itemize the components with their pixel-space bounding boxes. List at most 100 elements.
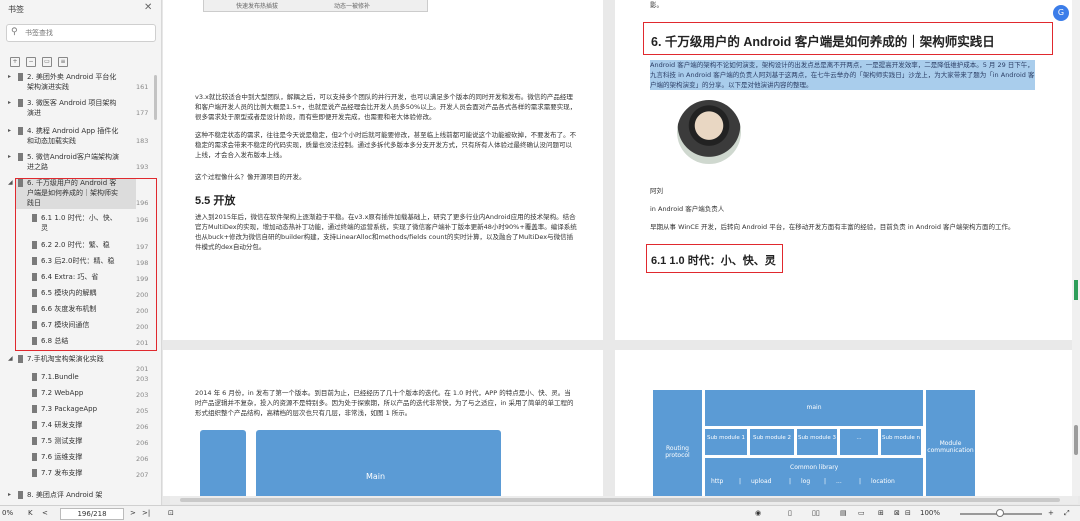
zoom-level[interactable]: 100% — [920, 509, 940, 517]
page-number-input[interactable]: 196/218 — [60, 508, 124, 520]
expand-arrow-icon[interactable]: ▸ — [8, 490, 11, 500]
library-label: | — [739, 478, 742, 485]
sub-module-block: Sub module n — [881, 429, 921, 455]
toc-page-number: 203 — [136, 375, 149, 383]
toc-chapter-item[interactable]: ▸ 2. 美团外卖 Android 平台化架构演进实践 161 — [0, 72, 160, 98]
toc-page-number: 196 — [136, 216, 149, 224]
last-page-button[interactable]: >| — [142, 509, 150, 517]
zoom-slider-handle[interactable] — [996, 509, 1004, 517]
fit-width-icon[interactable]: ⊞ — [878, 509, 884, 517]
single-page-icon[interactable]: ▯ — [788, 509, 792, 517]
fullscreen-icon[interactable]: ⤢ — [1064, 509, 1070, 518]
expand-arrow-icon[interactable]: ◢ — [8, 354, 13, 364]
expand-arrow-icon[interactable]: ▸ — [8, 126, 11, 136]
author-avatar — [677, 100, 741, 164]
toc-label: 6. 千万级用户的 Android 客户端是如何养成的｜架构师实践日 — [27, 179, 118, 207]
double-page-icon[interactable]: ▯▯ — [812, 509, 820, 517]
scrollbar-thumb[interactable] — [180, 498, 1060, 502]
expand-arrow-icon[interactable]: ▸ — [8, 98, 11, 108]
vertical-scrollbar[interactable] — [1072, 0, 1080, 496]
zoom-out-icon[interactable]: ⊟ — [905, 509, 911, 517]
bookmark-icon — [32, 389, 37, 397]
remove-bookmark-icon[interactable]: − — [26, 57, 36, 67]
section-heading: 5.5 开放 — [195, 195, 236, 207]
figure-label: 快速发布热插拔 — [236, 3, 279, 10]
fit-page-icon[interactable]: ⊠ — [894, 509, 900, 517]
paragraph: 这个过程像什么？像开源项目的开发。 — [195, 173, 306, 181]
continuous-icon[interactable]: ▤ — [840, 509, 847, 517]
toc-page-number: 206 — [136, 439, 149, 447]
bookmark-search[interactable]: ⚲ — [6, 24, 156, 42]
toc-label: 2. 美团外卖 Android 平台化架构演进实践 — [27, 73, 117, 91]
toc-chapter-item[interactable]: ▸ 4. 携程 Android App 插件化和动态加载实践 183 — [0, 126, 160, 152]
toc-label: 7.3 PackageApp — [41, 405, 98, 413]
page-right-bottom: Routing protocol main Sub module 1 Sub mo… — [615, 350, 1073, 500]
toc-label: 7.2 WebApp — [41, 389, 84, 397]
sidebar-scrollbar[interactable] — [154, 75, 157, 120]
library-label: | — [824, 478, 827, 485]
bookmark-icon — [18, 355, 23, 363]
selected-paragraph[interactable]: Android 客户端的架构不论如何演变，架构设计的出发点总是离不开两点，一是提… — [650, 60, 1035, 90]
paragraph: 2014 年 6 月份，in 发布了第一个版本。到目前为止，已经经历了几十个版本… — [195, 389, 574, 417]
toc-page-number: 200 — [136, 291, 149, 299]
library-label: http — [711, 478, 724, 485]
diagram-label: Module communication — [927, 440, 974, 454]
paragraph: 进入到2015年后，微信在软件架构上逐渐趋于平稳。在v3.x原有插件加载基础上，… — [195, 213, 577, 251]
bookmark-icon — [32, 405, 37, 413]
chapter-heading: 6. 千万级用户的 Android 客户端是如何养成的｜架构师实践日 — [651, 35, 995, 49]
zoom-left-label: 0% — [2, 509, 14, 517]
prev-page-button[interactable]: < — [42, 509, 48, 517]
next-page-button[interactable]: > — [130, 509, 136, 517]
toc-page-number: 206 — [136, 455, 149, 463]
diagram-label: Main — [366, 472, 386, 481]
translate-icon[interactable]: G — [1053, 5, 1069, 21]
expand-icon[interactable]: ≡ — [58, 57, 68, 67]
toc-label: 6.3 后2.0时代：精、稳 — [41, 257, 115, 265]
scrollbar-thumb[interactable] — [1074, 425, 1078, 455]
toc-label: 6.7 模块间通信 — [41, 321, 90, 329]
author-role: in Android 客户端负责人 — [650, 205, 725, 213]
figure-label: 动态一被修补 — [334, 3, 371, 10]
expand-arrow-icon[interactable]: ▸ — [8, 152, 11, 162]
status-bar: 0% K < 196/218 > >| ⊡ ◉ ▯ ▯▯ ▤ ▭ ⊞ ⊠ ⊟ 1… — [0, 505, 1080, 521]
bookmark-icon — [18, 153, 23, 161]
sub-module-block: Sub module 1 — [705, 429, 747, 455]
library-label: | — [789, 478, 792, 485]
toc-page-number: 197 — [136, 243, 149, 251]
routing-protocol-block: Routing protocol — [653, 390, 702, 500]
horizontal-scrollbar[interactable] — [170, 496, 1078, 504]
diagram-label: Common library — [790, 464, 839, 471]
zoom-in-icon[interactable]: + — [1048, 509, 1054, 517]
bookmark-icon — [32, 373, 37, 381]
toc-page-number: 200 — [136, 307, 149, 315]
expand-arrow-icon[interactable]: ◢ — [8, 178, 13, 188]
module-communication-block: Module communication — [926, 390, 975, 500]
eye-icon[interactable]: ◉ — [755, 509, 761, 517]
toc-section-item[interactable]: 6.1 1.0 时代：小、快、灵 196 — [0, 213, 160, 239]
diagram-label: main — [806, 404, 822, 411]
toc-chapter-item[interactable]: ▸ 3. 微医客 Android 项目架构演进 177 — [0, 98, 160, 124]
document-viewport: 快速发布热插拔 动态一被修补 v3.x就比较适合中到大型团队，解耦之后，可以支持… — [163, 0, 1080, 505]
paragraph: 这种不稳定状态的需求，往往是今天说是稳定，但2个小时后就可能要修改，甚至临上线前… — [195, 131, 577, 159]
add-bookmark-icon[interactable]: + — [10, 57, 20, 67]
section-heading: 6.1 1.0 时代：小、快、灵 — [651, 255, 776, 267]
bookmark-icon — [18, 127, 23, 135]
architecture-diagram: Routing protocol main Sub module 1 Sub mo… — [653, 390, 975, 500]
toc-chapter-item[interactable]: ▸ 8. 美团点评 Android 架 — [0, 490, 160, 505]
bookmark-icon — [32, 337, 37, 345]
bookmark-search-input[interactable] — [25, 27, 150, 39]
common-library-block: Common library http | upload | log |... | locat… — [705, 458, 923, 498]
first-page-button[interactable]: K — [28, 509, 33, 517]
page-indicator: 196/218 — [77, 510, 107, 518]
close-icon[interactable]: ✕ — [144, 2, 152, 13]
toc-page-number: 183 — [136, 137, 149, 145]
bookmark-icon[interactable]: ▭ — [42, 57, 52, 67]
toc-chapter-item[interactable]: ▸ 5. 微信Android客户端架构演进之路 193 — [0, 152, 160, 178]
page-view-icon[interactable]: ⊡ — [168, 509, 174, 517]
book-icon[interactable]: ▭ — [858, 509, 865, 517]
expand-arrow-icon[interactable]: ▸ — [8, 72, 11, 82]
diagram-main-block: Main — [256, 430, 501, 500]
library-list: http | upload | log |... | location — [711, 478, 917, 490]
toc-label: 7.7 发布支撑 — [41, 469, 83, 477]
toc-chapter-item[interactable]: ◢ 6. 千万级用户的 Android 客户端是如何养成的｜架构师实践日 196 — [0, 178, 160, 207]
